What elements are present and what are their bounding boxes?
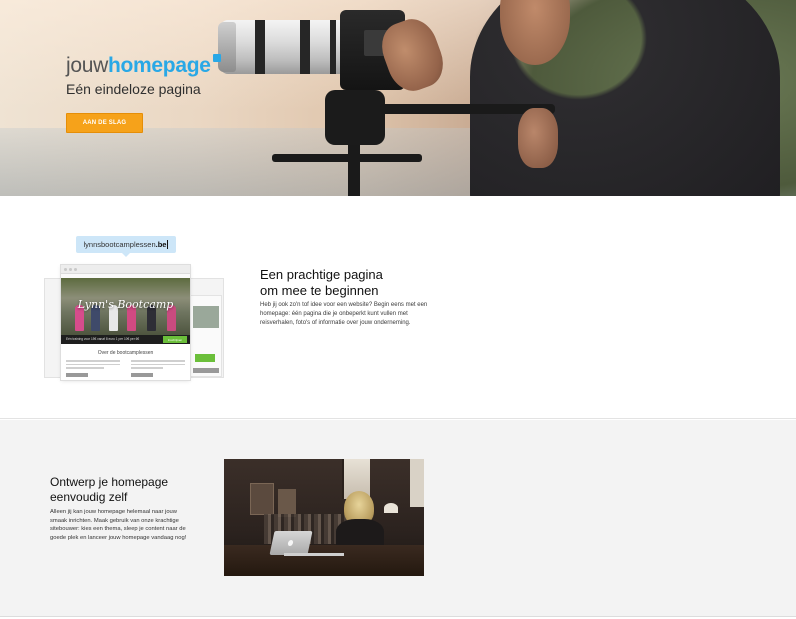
- mockup-column-button: [131, 372, 153, 377]
- video-lamp: [384, 503, 398, 513]
- feature-body: Heb jij ook zo'n tof idee voor een websi…: [260, 302, 428, 326]
- text-line: [131, 360, 185, 362]
- design-section: Ontwerp je homepage eenvoudig zelf Allee…: [0, 420, 796, 617]
- design-title: Ontwerp je homepage eenvoudig zelf: [50, 475, 210, 505]
- feature-title-line1: Een prachtige pagina: [260, 267, 383, 282]
- mockup-columns: [61, 356, 190, 377]
- domain-tld: .be: [155, 240, 167, 249]
- text-line: [66, 363, 120, 365]
- mockup-side-page: [190, 295, 222, 377]
- lens-ring: [330, 20, 336, 74]
- tripod-head: [325, 90, 385, 145]
- video-shelf: [278, 489, 296, 517]
- text-line: [131, 363, 185, 365]
- hero-banner: jouwhomepage Eén eindeloze pagina AAN DE…: [0, 0, 796, 196]
- tripod-leg: [348, 142, 360, 196]
- mockup-column-button: [66, 372, 88, 377]
- promo-video[interactable]: [224, 459, 424, 576]
- window-dot-icon: [74, 268, 77, 271]
- video-table: [224, 545, 424, 576]
- domain-bubble: lynnsbootcamplessen .be: [76, 236, 176, 257]
- video-shelf: [250, 483, 274, 515]
- tripod-bar: [272, 154, 422, 162]
- text-caret-icon: [167, 240, 169, 249]
- hero-subtitle: Eén eindeloze pagina: [66, 81, 201, 97]
- laptop-icon: [269, 531, 313, 555]
- text-line: [131, 367, 164, 369]
- feature-section: lynnsbootcamplessen .be Lynn's Bootcamp E…: [0, 196, 796, 419]
- brand-logo[interactable]: jouwhomepage: [66, 54, 221, 78]
- mockup-side-photo: [193, 306, 219, 328]
- apple-logo-icon: [287, 540, 294, 546]
- laptop-base: [284, 553, 344, 556]
- mockup-column: [131, 360, 185, 377]
- video-window: [410, 459, 424, 507]
- mockup-info-strip: Eén training voor 15€ vanaf 8 euro 1 per…: [61, 335, 190, 344]
- feature-title-line2: om mee te beginnen: [260, 283, 379, 298]
- window-dot-icon: [64, 268, 67, 271]
- camera-lens-front: [218, 22, 236, 72]
- domain-name: lynnsbootcamplessen: [83, 240, 156, 249]
- mockup-column: [66, 360, 120, 377]
- design-title-line1: Ontwerp je homepage: [50, 475, 169, 489]
- text-line: [66, 360, 120, 362]
- window-dot-icon: [69, 268, 72, 271]
- text-line: [66, 367, 104, 369]
- brand-logo-part2: homepage: [108, 54, 211, 77]
- lens-ring: [300, 20, 310, 74]
- mockup-strip-text: Eén training voor 15€ vanaf 8 euro 1 per…: [66, 337, 140, 341]
- design-title-line2: eenvoudig zelf: [50, 490, 128, 504]
- brand-badge-icon: [212, 54, 221, 62]
- photographer-hand: [518, 108, 558, 168]
- brand-logo-part1: jouw: [66, 54, 108, 77]
- mockup-site-title: Lynn's Bootcamp: [77, 298, 174, 311]
- design-body: Alleen jij kan jouw homepage helemaal na…: [50, 509, 187, 541]
- get-started-button[interactable]: AAN DE SLAG: [66, 113, 143, 133]
- mockup-side-button: [195, 354, 215, 362]
- mockup-side-bar: [193, 368, 219, 373]
- feature-title: Een prachtige pagina om mee te beginnen: [260, 267, 440, 299]
- lens-ring: [255, 20, 265, 74]
- website-mockup: Lynn's Bootcamp Eén training voor 15€ va…: [61, 265, 190, 380]
- mockup-strip-button: Inschrijven: [163, 336, 187, 343]
- mockup-hero-photo: Lynn's Bootcamp: [61, 278, 190, 335]
- mockup-browser-bar: [61, 265, 190, 274]
